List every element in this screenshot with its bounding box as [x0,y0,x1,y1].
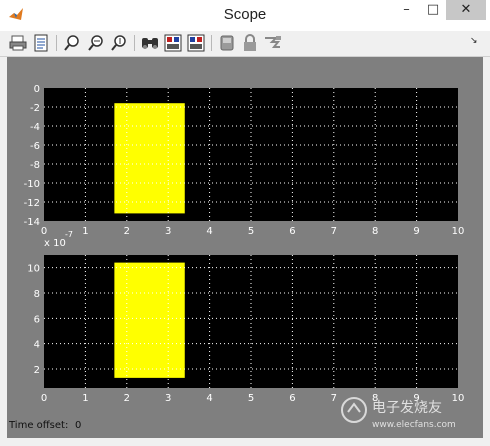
y-tick-label: 10 [27,264,40,275]
y-tick-label: -14 [24,217,40,228]
time-offset-label: Time offset: [9,420,69,431]
y-tick-label: -12 [24,198,40,209]
scope-axes-1: 0 1 2 3 4 5 6 7 8 9 10 0 -2 -4 -6 -8 -10 -12 -14 x 10-7 [24,84,465,249]
x-tick-label: 5 [248,226,254,237]
x-tick-label: 9 [413,226,419,237]
y-tick-label: 2 [34,365,40,376]
y-tick-label: 0 [34,84,40,95]
svg-text:www.elecfans.com: www.elecfans.com [372,420,456,430]
y-multiplier-label: x 10 [44,238,66,249]
x-tick-label: 6 [289,393,295,404]
svg-text:电子发烧友: 电子发烧友 [372,400,442,416]
plot-background [44,255,458,388]
y-tick-label: -10 [24,179,40,190]
scope-axes-2: 0 1 2 3 4 5 6 7 8 9 10108642 [27,255,464,404]
x-tick-label: 1 [82,226,88,237]
x-tick-label: 8 [372,226,378,237]
y-exponent-label: -7 [65,230,73,239]
x-tick-label: 1 [82,393,88,404]
plot-background [44,88,458,221]
x-tick-label: 0 [41,393,47,404]
y-tick-label: 8 [34,289,40,300]
x-tick-label: 7 [331,393,337,404]
scope-window: Scope – □ ✕ ↘ 0 1 2 3 4 5 6 7 8 9 10 0 -… [0,0,490,446]
scope-plots: 0 1 2 3 4 5 6 7 8 9 10 0 -2 -4 -6 -8 -10 -12 -14 x 10-7 0 1 2 3… [24,84,465,404]
y-tick-label: 4 [34,340,40,351]
x-tick-label: 10 [452,226,465,237]
y-tick-label: -4 [30,122,40,133]
y-tick-label: 6 [34,314,40,325]
y-tick-label: -8 [30,160,40,171]
x-tick-label: 4 [206,226,212,237]
x-tick-label: 5 [248,393,254,404]
x-tick-label: 0 [41,226,47,237]
time-offset-value: 0 [75,420,82,431]
x-tick-label: 7 [331,226,337,237]
signal-trace [114,262,185,378]
watermark-logo: 电子发烧友 www.elecfans.com [341,397,456,430]
x-tick-label: 6 [289,226,295,237]
x-tick-label: 3 [165,226,171,237]
x-tick-label: 2 [124,393,130,404]
x-tick-label: 3 [165,393,171,404]
y-tick-label: -6 [30,141,40,152]
x-tick-label: 2 [124,226,130,237]
signal-trace [114,103,185,214]
y-tick-label: -2 [30,103,40,114]
x-tick-label: 4 [206,393,212,404]
